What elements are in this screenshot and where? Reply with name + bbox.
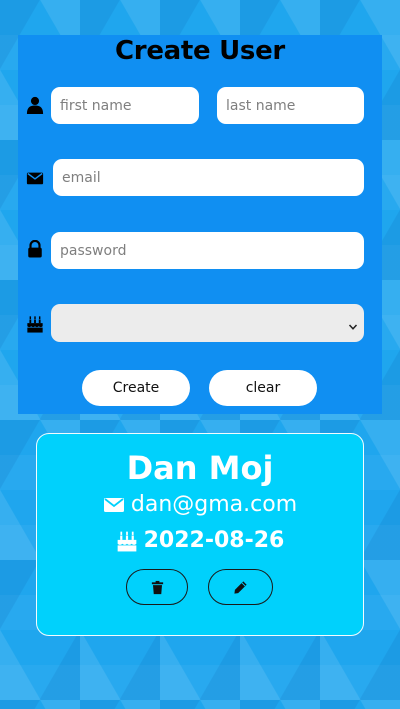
- envelope-icon: [103, 494, 125, 516]
- trash-icon: [150, 580, 165, 595]
- delete-button[interactable]: [126, 569, 188, 605]
- user-email-line: dan@gma.com: [37, 492, 363, 517]
- user-icon: [26, 96, 44, 114]
- form-title: Create User: [115, 36, 285, 66]
- create-user-form: Create User Create clear: [18, 35, 382, 414]
- birthdate-select[interactable]: [51, 304, 364, 342]
- last-name-input[interactable]: [217, 87, 364, 124]
- user-name: Dan Moj: [126, 449, 274, 487]
- pencil-icon: [233, 580, 248, 595]
- user-email: dan@gma.com: [130, 492, 298, 517]
- edit-button[interactable]: [208, 569, 273, 605]
- user-card: Dan Moj dan@gma.com 2022-08-26: [36, 433, 364, 636]
- envelope-icon: [26, 169, 44, 187]
- user-date-line: 2022-08-26: [37, 528, 363, 553]
- user-date: 2022-08-26: [143, 528, 285, 553]
- clear-button[interactable]: clear: [209, 370, 317, 406]
- create-button[interactable]: Create: [82, 370, 190, 406]
- email-input[interactable]: [53, 159, 364, 196]
- lock-icon: [26, 240, 44, 258]
- chevron-down-icon: [348, 317, 358, 330]
- password-input[interactable]: [51, 232, 364, 269]
- cake-icon: [26, 315, 44, 333]
- cake-icon: [116, 530, 138, 552]
- first-name-input[interactable]: [51, 87, 199, 124]
